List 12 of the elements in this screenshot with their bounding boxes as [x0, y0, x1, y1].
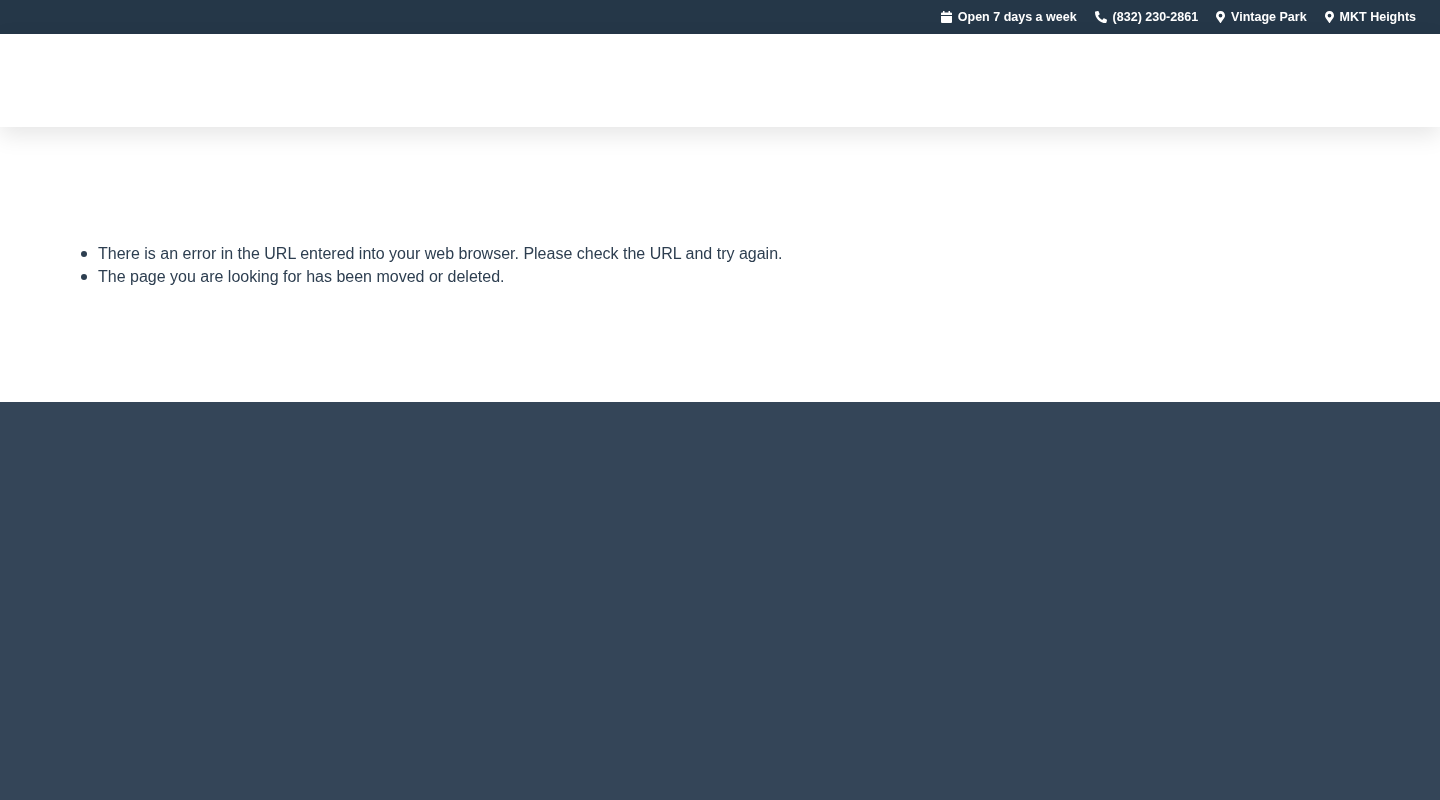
bullet-icon	[81, 273, 87, 280]
top-bar-link[interactable]: Vintage Park	[1216, 7, 1307, 27]
map-pin-icon	[1324, 11, 1334, 23]
top-bar-link[interactable]: Open 7 days a week	[940, 7, 1077, 27]
phone-icon	[1094, 11, 1107, 23]
error-reason-text: The page you are looking for has been moved or deleted.	[98, 266, 505, 287]
calendar-icon	[940, 11, 952, 23]
error-reason-text: There is an error in the URL entered into your web browser. Please check the URL and try again.	[98, 243, 783, 264]
map-pin-icon	[1216, 11, 1226, 23]
top-bar-link[interactable]: MKT Heights	[1324, 7, 1416, 27]
top-bar-link[interactable]: (832) 230-2861	[1094, 7, 1199, 27]
bullet-icon	[81, 250, 87, 257]
